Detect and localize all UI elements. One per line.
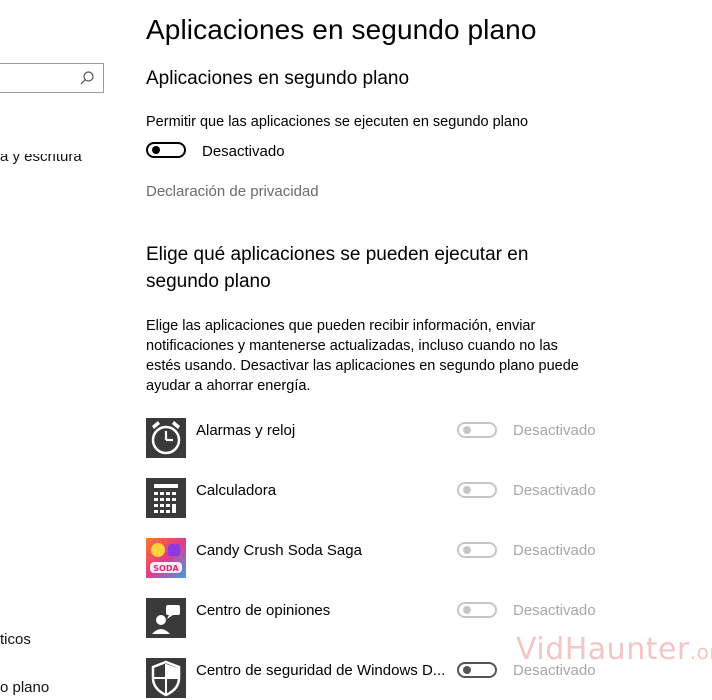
app-row-candy-crush: SODA Candy Crush Soda Saga Desactivado [146,538,646,580]
app-name: Centro de opiniones [196,602,331,619]
shield-icon [146,658,186,698]
toggle-knob [152,146,160,154]
toggle-knob [463,666,471,674]
app-name: Candy Crush Soda Saga [196,542,362,559]
candy-crush-icon: SODA [146,538,186,578]
app-row-calculadora: Calculadora Desactivado [146,478,646,520]
section-heading-choose-2: segundo plano [146,271,271,292]
page-title: Aplicaciones en segundo plano [146,14,537,45]
toggle-knob [463,606,471,614]
app-name: Alarmas y reloj [196,422,296,439]
app-name: Centro de seguridad de Windows D... [196,662,446,679]
allow-background-label: Permitir que las aplicaciones se ejecute… [146,114,529,130]
toggle-knob [463,546,471,554]
app-name: Calculadora [196,482,277,499]
description-line-3: estés usando. Desactivar las aplicacione… [146,358,579,374]
calculator-icon [146,478,186,518]
watermark-logo: VidHaunter.org [516,632,712,667]
app-toggle[interactable] [457,602,497,618]
master-background-toggle[interactable] [146,142,186,158]
watermark-suffix: .org [689,640,712,664]
section-heading-choose-1: Elige qué aplicaciones se pueden ejecuta… [146,244,529,265]
sidebar-item-escritura[interactable]: a y escritura [0,154,82,165]
search-icon[interactable] [79,70,95,86]
app-toggle-state: Desactivado [513,482,596,499]
app-row-alarmas: Alarmas y reloj Desactivado [146,418,646,460]
watermark-main: VidHaunter [516,632,690,667]
feedback-hub-icon [146,598,186,638]
privacy-link[interactable]: Declaración de privacidad [146,182,319,202]
description-line-1: Elige las aplicaciones que pueden recibi… [146,318,536,334]
description-line-4: ayudar a ahorrar energía. [146,378,311,394]
app-toggle-state: Desactivado [513,602,596,619]
app-toggle[interactable] [457,662,497,678]
app-toggle[interactable] [457,542,497,558]
toggle-knob [463,426,471,434]
svg-text:SODA: SODA [153,564,179,573]
master-toggle-state: Desactivado [202,143,285,160]
search-input[interactable] [0,63,104,93]
app-toggle[interactable] [457,422,497,438]
app-toggle-state: Desactivado [513,422,596,439]
alarm-clock-icon [146,418,186,458]
toggle-knob [463,486,471,494]
app-toggle-state: Desactivado [513,542,596,559]
section-heading: Aplicaciones en segundo plano [146,68,410,89]
description-line-2: notificaciones y mantenerse actualizadas… [146,338,558,354]
sidebar-item-segundo-plano[interactable]: o plano [0,679,49,696]
sidebar-item-diagnosticos[interactable]: ticos [0,631,31,648]
app-toggle[interactable] [457,482,497,498]
